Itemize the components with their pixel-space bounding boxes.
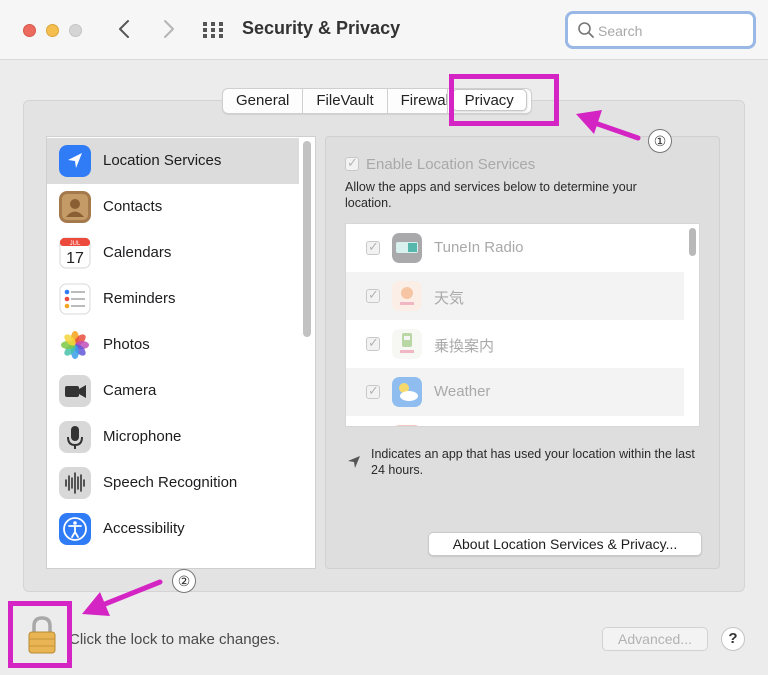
photos-icon — [61, 331, 89, 359]
app-row-tenki[interactable]: 天気 — [346, 272, 684, 320]
close-window-button[interactable] — [23, 24, 36, 37]
calendar-month: JUL — [70, 241, 81, 247]
sidebar-item-label: Contacts — [103, 198, 163, 215]
app-list-scrollbar[interactable] — [689, 228, 696, 256]
chevron-right-icon[interactable] — [155, 16, 181, 42]
sidebar-item-label: Location Services — [103, 152, 222, 169]
sidebar-item-label: Photos — [103, 336, 150, 353]
annotation-badge-1: ① — [648, 129, 672, 153]
help-button[interactable]: ? — [721, 627, 745, 651]
zoom-window-button[interactable] — [69, 24, 82, 37]
privacy-category-list: Location Services Contacts JUL 17 Calend… — [46, 136, 316, 569]
app-name: 乗換案内 — [434, 338, 495, 355]
annotation-badge-2: ② — [172, 569, 196, 593]
tunein-icon — [392, 233, 422, 263]
app-name: Weather — [434, 383, 491, 400]
app-list: TuneIn Radio 天気 乗換案内 — [345, 223, 700, 427]
privacy-tab-highlight — [449, 74, 559, 126]
about-location-privacy-button[interactable]: About Location Services & Privacy... — [428, 532, 702, 556]
app-row-weather[interactable]: Weather — [346, 368, 684, 416]
sidebar-item-microphone[interactable]: Microphone — [47, 414, 299, 460]
title-bar: Security & Privacy — [0, 0, 768, 60]
sidebar-item-speech-recognition[interactable]: Speech Recognition — [47, 460, 299, 506]
calendar-day: 17 — [66, 250, 84, 267]
app-name: TuneIn Radio — [434, 239, 524, 256]
calendar-icon: JUL 17 — [59, 237, 91, 269]
sidebar-item-label: Speech Recognition — [103, 474, 238, 491]
search-field[interactable] — [565, 11, 756, 49]
yahoo-weather-icon — [392, 281, 422, 311]
search-input[interactable] — [598, 20, 748, 42]
search-icon — [578, 22, 594, 38]
sidebar-item-calendars[interactable]: JUL 17 Calendars — [47, 230, 299, 276]
camera-icon — [59, 375, 91, 407]
annotation-arrow-2 — [82, 579, 163, 616]
reminders-icon — [59, 283, 91, 315]
contacts-icon — [59, 191, 91, 223]
sidebar-item-camera[interactable]: Camera — [47, 368, 299, 414]
window-title: Security & Privacy — [242, 18, 401, 38]
app-checkbox[interactable] — [366, 239, 380, 255]
sidebar-item-label: Reminders — [103, 290, 176, 307]
sidebar-scrollbar[interactable] — [303, 141, 311, 337]
grid-icon[interactable] — [200, 18, 226, 42]
lock-highlight — [8, 601, 72, 668]
microphone-icon — [59, 421, 91, 453]
app-row-tunein[interactable]: TuneIn Radio — [346, 224, 684, 272]
chevron-left-icon[interactable] — [112, 16, 138, 42]
app-row-partial — [346, 416, 684, 426]
app-name: 天気 — [434, 290, 465, 307]
app-icon-partial — [395, 425, 419, 426]
location-usage-note: Indicates an app that has used your loca… — [371, 447, 695, 477]
yahoo-transit-icon — [392, 329, 422, 359]
sidebar-item-label: Camera — [103, 382, 157, 399]
app-checkbox[interactable] — [366, 287, 380, 303]
app-row-norikae[interactable]: 乗換案内 — [346, 320, 684, 368]
sidebar-item-photos[interactable]: Photos — [47, 322, 299, 368]
sidebar-item-label: Accessibility — [103, 520, 185, 537]
lock-instruction: Click the lock to make changes. — [69, 631, 280, 648]
tab-general[interactable]: General — [223, 89, 304, 113]
location-arrow-icon — [59, 145, 91, 177]
advanced-button[interactable]: Advanced... — [602, 627, 708, 651]
enable-location-label: Enable Location Services — [366, 156, 536, 173]
minimize-window-button[interactable] — [46, 24, 59, 37]
sidebar-item-accessibility[interactable]: Accessibility — [47, 506, 299, 552]
tab-firewall[interactable]: Firewall — [388, 89, 448, 113]
weather-icon — [392, 377, 422, 407]
sidebar-item-reminders[interactable]: Reminders — [47, 276, 299, 322]
annotation-arrow-1 — [576, 110, 641, 141]
location-description: Allow the apps and services below to det… — [345, 180, 637, 210]
sidebar-item-label: Microphone — [103, 428, 182, 445]
sidebar-item-location-services[interactable]: Location Services — [47, 138, 299, 184]
tab-filevault[interactable]: FileVault — [303, 89, 388, 113]
accessibility-icon — [59, 513, 91, 545]
location-arrow-small-icon — [348, 456, 360, 468]
sidebar-item-label: Calendars — [103, 244, 172, 261]
enable-location-checkbox[interactable] — [345, 155, 359, 171]
app-checkbox[interactable] — [366, 383, 380, 399]
sidebar-item-contacts[interactable]: Contacts — [47, 184, 299, 230]
app-checkbox[interactable] — [366, 335, 380, 351]
security-privacy-window: Security & Privacy General FileVault Fir… — [0, 0, 768, 675]
waveform-icon — [59, 467, 91, 499]
